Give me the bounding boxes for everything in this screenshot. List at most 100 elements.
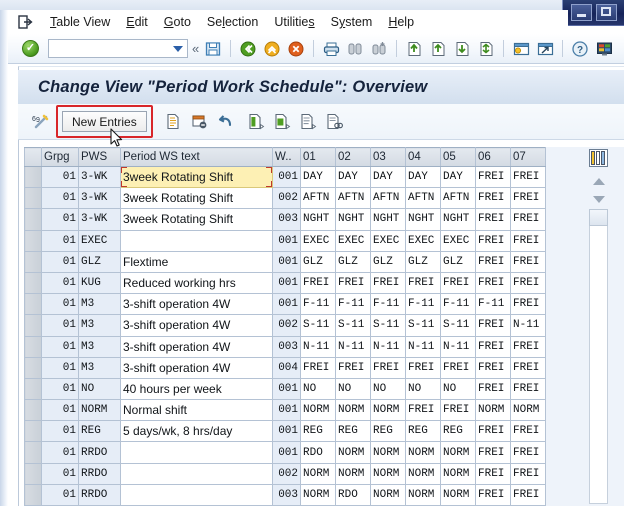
cell-d4[interactable]: F-11	[405, 293, 441, 316]
save-button[interactable]	[202, 38, 224, 60]
cell-d4[interactable]: FREI	[405, 271, 441, 295]
cell-d7[interactable]: FREI	[510, 356, 546, 379]
cell-d7[interactable]: FREI	[510, 165, 546, 189]
exit-button[interactable]	[261, 38, 283, 60]
cell-d2[interactable]: NO	[335, 377, 371, 401]
column-header-05[interactable]: 05	[440, 147, 476, 167]
session-exit-icon[interactable]	[8, 10, 42, 34]
cell-d7[interactable]: FREI	[510, 208, 546, 231]
cell-d7[interactable]: N-11	[510, 314, 546, 337]
cell-w[interactable]: 001	[272, 377, 301, 401]
cell-grpg[interactable]: 01	[41, 165, 79, 189]
row-select-cell[interactable]	[24, 356, 42, 379]
table-row[interactable]: 01 M3 3-shift operation 4W 003 N-11 N-11 N-11 N…	[24, 335, 546, 358]
row-select-cell[interactable]	[24, 187, 42, 210]
cell-text[interactable]: 3week Rotating Shift	[120, 208, 273, 231]
cell-pws[interactable]: M3	[78, 356, 121, 379]
cell-pws[interactable]: NORM	[78, 399, 121, 422]
cell-d3[interactable]: NORM	[370, 399, 406, 422]
cell-d6[interactable]: FREI	[475, 165, 511, 189]
cell-d5[interactable]: EXEC	[440, 229, 476, 252]
cell-d4[interactable]: NORM	[405, 441, 441, 464]
cell-d2[interactable]: FREI	[335, 356, 371, 379]
cell-w[interactable]: 003	[272, 208, 301, 231]
cell-d5[interactable]: REG	[440, 420, 476, 443]
cell-d1[interactable]: AFTN	[300, 187, 336, 210]
cell-d3[interactable]: S-11	[370, 314, 406, 337]
cell-d6[interactable]: FREI	[475, 208, 511, 231]
cell-d7[interactable]: FREI	[510, 229, 546, 252]
cell-d1[interactable]: EXEC	[300, 229, 336, 252]
cell-d3[interactable]: F-11	[370, 293, 406, 316]
cell-d1[interactable]: FREI	[300, 356, 336, 379]
cell-grpg[interactable]: 01	[41, 356, 79, 379]
cell-d6[interactable]: FREI	[475, 187, 511, 210]
row-select-cell[interactable]	[24, 229, 42, 252]
copy-page-icon[interactable]	[162, 110, 186, 134]
table-row[interactable]: 01 NO 40 hours per week 001 NO NO NO NO NO FREI FR…	[24, 377, 546, 401]
menu-system[interactable]: System	[323, 11, 381, 33]
table-row[interactable]: 01 3-WK 3week Rotating Shift 001 DAY DAY DAY DA…	[24, 165, 546, 189]
cell-d4[interactable]: FREI	[405, 399, 441, 422]
cell-d7[interactable]: FREI	[510, 271, 546, 295]
find-next-button[interactable]	[368, 38, 390, 60]
cell-d7[interactable]: FREI	[510, 483, 546, 506]
cell-pws[interactable]: 3-WK	[78, 165, 121, 189]
cell-d2[interactable]: REG	[335, 420, 371, 443]
cell-d7[interactable]: FREI	[510, 187, 546, 210]
row-select-cell[interactable]	[24, 462, 42, 485]
cell-d1[interactable]: REG	[300, 420, 336, 443]
enter-check-icon[interactable]: ✓	[22, 40, 39, 57]
chevron-down-icon[interactable]	[173, 45, 183, 52]
cell-w[interactable]: 002	[272, 314, 301, 337]
cell-d2[interactable]: NORM	[335, 399, 371, 422]
row-select-cell[interactable]	[24, 271, 42, 295]
cell-grpg[interactable]: 01	[41, 271, 79, 295]
cell-d2[interactable]: N-11	[335, 335, 371, 358]
column-header-02[interactable]: 02	[335, 147, 371, 167]
cell-w[interactable]: 002	[272, 187, 301, 210]
cell-d2[interactable]: S-11	[335, 314, 371, 337]
table-settings-icon[interactable]	[589, 149, 608, 167]
column-header-w[interactable]: W..	[272, 147, 301, 167]
cell-d3[interactable]: N-11	[370, 335, 406, 358]
cell-grpg[interactable]: 01	[41, 314, 79, 337]
cell-text[interactable]	[120, 229, 273, 252]
cell-d5[interactable]: NO	[440, 377, 476, 401]
row-select-cell[interactable]	[24, 377, 42, 401]
cell-grpg[interactable]: 01	[41, 399, 79, 422]
cell-d4[interactable]: NORM	[405, 483, 441, 506]
cell-w[interactable]: 001	[272, 441, 301, 464]
row-select-cell[interactable]	[24, 483, 42, 506]
menu-utilities[interactable]: Utilities	[266, 11, 322, 33]
cell-w[interactable]: 001	[272, 250, 301, 273]
deselect-all-icon[interactable]	[297, 110, 321, 134]
cell-d2[interactable]: NORM	[335, 441, 371, 464]
cell-d7[interactable]: FREI	[510, 293, 546, 316]
cell-d5[interactable]: NGHT	[440, 208, 476, 231]
toolbar-collapse-icon[interactable]: «	[192, 41, 199, 56]
cell-d6[interactable]: FREI	[475, 441, 511, 464]
table-row[interactable]: 01 3-WK 3week Rotating Shift 003 NGHT NGHT NGH…	[24, 208, 546, 231]
row-select-cell[interactable]	[24, 335, 42, 358]
cell-pws[interactable]: 3-WK	[78, 187, 121, 210]
cell-grpg[interactable]: 01	[41, 293, 79, 316]
table-row[interactable]: 01 GLZ Flextime 001 GLZ GLZ GLZ GLZ GLZ FREI FREI	[24, 250, 546, 273]
cell-d1[interactable]: NO	[300, 377, 336, 401]
cell-d6[interactable]: FREI	[475, 335, 511, 358]
next-page-button[interactable]	[451, 38, 473, 60]
cell-text[interactable]	[120, 483, 273, 506]
check-entries-wand-icon[interactable]: 6 9	[28, 110, 52, 134]
cell-d7[interactable]: FREI	[510, 441, 546, 464]
cell-w[interactable]: 004	[272, 356, 301, 379]
cell-d7[interactable]: FREI	[510, 420, 546, 443]
cell-pws[interactable]: RRDO	[78, 441, 121, 464]
column-header-select[interactable]	[24, 147, 42, 167]
cell-w[interactable]: 001	[272, 229, 301, 252]
cell-grpg[interactable]: 01	[41, 420, 79, 443]
row-select-cell[interactable]	[24, 399, 42, 422]
delete-row-icon[interactable]	[188, 110, 212, 134]
cell-grpg[interactable]: 01	[41, 441, 79, 464]
back-button[interactable]	[237, 38, 259, 60]
cell-text[interactable]: Flextime	[120, 250, 273, 273]
